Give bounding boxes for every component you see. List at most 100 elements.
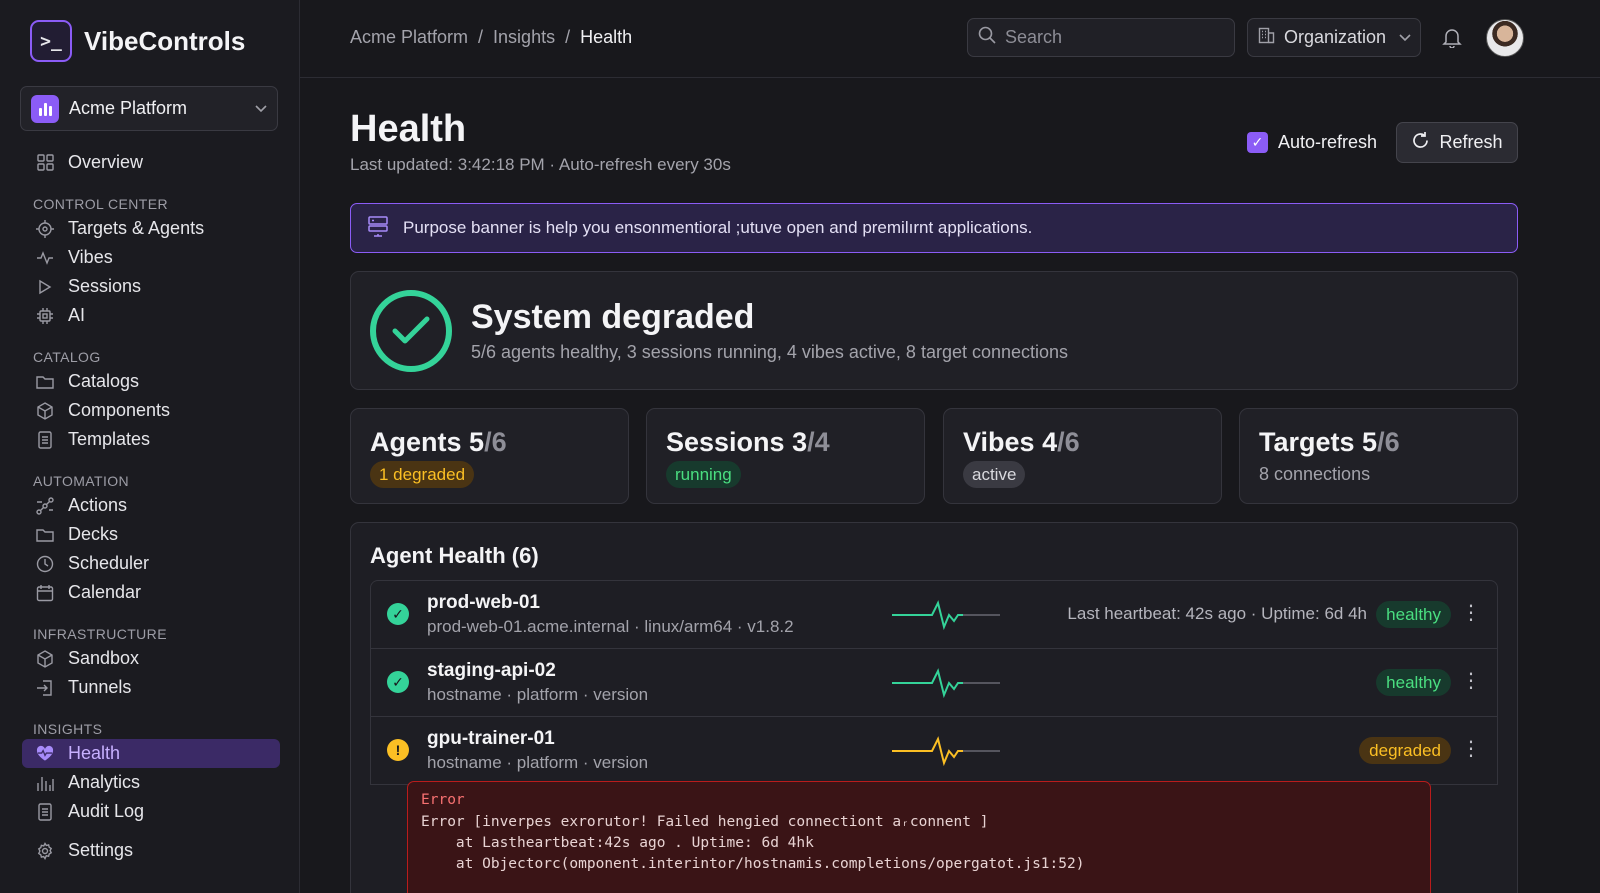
app-logo[interactable]: >_ VibeControls xyxy=(30,20,245,62)
organization-select[interactable]: Organization xyxy=(1247,18,1421,57)
agent-list: ✓ prod-web-01 prod-web-01.acme.internal … xyxy=(370,580,1498,785)
heartbeat-sparkline xyxy=(892,736,1000,767)
search-icon xyxy=(978,26,996,49)
more-vertical-icon[interactable]: ⋮ xyxy=(1461,669,1481,693)
sidebar-item-label: Health xyxy=(68,743,121,763)
more-vertical-icon[interactable]: ⋮ xyxy=(1461,601,1481,625)
document-icon xyxy=(36,430,54,449)
auto-refresh-toggle[interactable]: ✓ Auto-refresh xyxy=(1247,132,1377,153)
sidebar-item-label: Targets & Agents xyxy=(68,218,205,238)
stat-card-sessions[interactable]: Sessions 3/4 running xyxy=(646,408,925,504)
sidebar-item-label: Analytics xyxy=(68,772,141,792)
agent-row-prod-web-01[interactable]: ✓ prod-web-01 prod-web-01.acme.internal … xyxy=(371,581,1497,649)
sidebar-item-label: Actions xyxy=(68,495,128,515)
sidebar-item-vibes[interactable]: Vibes xyxy=(22,243,280,272)
chevron-down-icon xyxy=(1399,31,1411,45)
sidebar-item-decks[interactable]: Decks xyxy=(22,520,280,549)
sparkline-path xyxy=(892,736,963,767)
heartbeat-sparkline xyxy=(892,668,1000,699)
search-input[interactable]: Search xyxy=(967,18,1235,57)
sidebar-item-label: Sessions xyxy=(68,276,142,296)
avatar[interactable] xyxy=(1486,19,1524,57)
clock-icon xyxy=(36,555,54,573)
workspace-switcher[interactable]: Acme Platform xyxy=(20,86,278,131)
breadcrumb-item-insights[interactable]: Insights xyxy=(493,27,555,48)
system-status-card: System degraded 5/6 agents healthy, 3 se… xyxy=(350,271,1518,390)
status-badge: running xyxy=(666,461,741,488)
sidebar-item-actions[interactable]: Actions xyxy=(22,491,280,520)
sidebar-item-sessions[interactable]: Sessions xyxy=(22,272,280,301)
sidebar-item-templates[interactable]: Templates xyxy=(22,425,280,454)
stat-value: Agents 5/6 xyxy=(370,427,507,457)
more-vertical-icon[interactable]: ⋮ xyxy=(1461,737,1481,761)
status-badge: healthy xyxy=(1376,601,1451,628)
search-placeholder: Search xyxy=(1005,27,1063,47)
agent-name: prod-web-01 xyxy=(427,592,540,613)
sidebar-item-overview[interactable]: Overview xyxy=(22,148,280,177)
sidebar-item-ai[interactable]: AI xyxy=(22,301,280,330)
workspace-label: Acme Platform xyxy=(69,98,188,118)
stat-card-agents[interactable]: Agents 5/6 1 degraded xyxy=(350,408,629,504)
breadcrumb-item-acme-platform[interactable]: Acme Platform xyxy=(350,27,468,48)
sidebar: >_ VibeControls Acme Platform Overview C… xyxy=(0,0,300,893)
breadcrumb-separator: / xyxy=(478,27,484,47)
stat-cards: Agents 5/6 1 degraded Sessions 3/4 runni… xyxy=(350,408,1518,504)
play-icon xyxy=(36,278,54,296)
stat-card-targets[interactable]: Targets 5/6 8 connections xyxy=(1239,408,1518,504)
status-badge: healthy xyxy=(1376,669,1451,696)
page-title: Health xyxy=(350,108,467,150)
sidebar-item-analytics[interactable]: Analytics xyxy=(22,768,280,797)
section-title-insights: INSIGHTS xyxy=(33,721,103,737)
bell-icon[interactable] xyxy=(1442,27,1462,53)
sidebar-item-label: Scheduler xyxy=(68,553,150,573)
breadcrumb-separator: / xyxy=(565,27,571,47)
sidebar-item-components[interactable]: Components xyxy=(22,396,280,425)
error-line: at Objectorc(omponent.interintor/hostnam… xyxy=(421,856,1085,872)
cube-icon xyxy=(36,649,54,668)
sparkline-path xyxy=(892,600,963,631)
target-icon xyxy=(36,219,54,238)
document-icon xyxy=(36,802,54,821)
sidebar-item-settings[interactable]: Settings xyxy=(22,836,280,865)
calendar-icon xyxy=(36,584,54,602)
sidebar-item-catalogs[interactable]: Catalogs xyxy=(22,367,280,396)
system-status-title: System degraded xyxy=(471,298,755,336)
sidebar-nav: Overview CONTROL CENTER Targets & Agents… xyxy=(22,148,280,865)
folder-icon xyxy=(36,373,54,391)
top-bar: Acme Platform / Insights / Health Search… xyxy=(300,0,1600,78)
sidebar-item-scheduler[interactable]: Scheduler xyxy=(22,549,280,578)
sidebar-item-label: Calendar xyxy=(68,582,142,602)
agent-meta: hostname · platform · version xyxy=(427,753,649,772)
heartbeat-sparkline xyxy=(892,600,1000,631)
warning-circle-icon: ! xyxy=(387,739,409,761)
sparkline-path xyxy=(892,668,963,699)
stat-value: Targets 5/6 xyxy=(1259,427,1400,457)
checkbox-checked-icon[interactable]: ✓ xyxy=(1247,132,1268,153)
agent-row-gpu-trainer-01[interactable]: ! gpu-trainer-01 hostname · platform · v… xyxy=(371,717,1497,785)
sidebar-item-calendar[interactable]: Calendar xyxy=(22,578,280,607)
status-badge: degraded xyxy=(1359,737,1451,764)
refresh-button[interactable]: Refresh xyxy=(1396,122,1518,163)
agent-meta: hostname · platform · version xyxy=(427,685,649,704)
sidebar-item-label: Sandbox xyxy=(68,648,140,668)
stat-card-vibes[interactable]: Vibes 4/6 active xyxy=(943,408,1222,504)
chevron-down-icon xyxy=(255,101,267,116)
sidebar-item-label: AI xyxy=(68,305,86,325)
sidebar-item-audit-log[interactable]: Audit Log xyxy=(22,797,280,826)
chip-icon xyxy=(36,307,54,325)
purpose-banner: Purpose banner is help you ensonmentiora… xyxy=(350,203,1518,253)
sidebar-item-sandbox[interactable]: Sandbox xyxy=(22,644,280,673)
sidebar-item-tunnels[interactable]: Tunnels xyxy=(22,673,280,702)
sidebar-item-label: Tunnels xyxy=(68,677,132,697)
agent-row-staging-api-02[interactable]: ✓ staging-api-02 hostname · platform · v… xyxy=(371,649,1497,717)
sidebar-item-label: Decks xyxy=(68,524,119,544)
sidebar-item-label: Vibes xyxy=(68,247,113,267)
status-badge: active xyxy=(963,461,1026,488)
sidebar-item-health[interactable]: Health xyxy=(22,739,280,768)
sidebar-item-targets-agents[interactable]: Targets & Agents xyxy=(22,214,280,243)
heartbeat-text: Last heartbeat: 42s ago · Uptime: 6d 4h xyxy=(1067,604,1367,623)
auto-refresh-label: Auto-refresh xyxy=(1278,132,1378,152)
cube-icon xyxy=(36,401,54,420)
workflow-icon xyxy=(36,496,54,515)
error-heading: Error xyxy=(421,792,465,808)
